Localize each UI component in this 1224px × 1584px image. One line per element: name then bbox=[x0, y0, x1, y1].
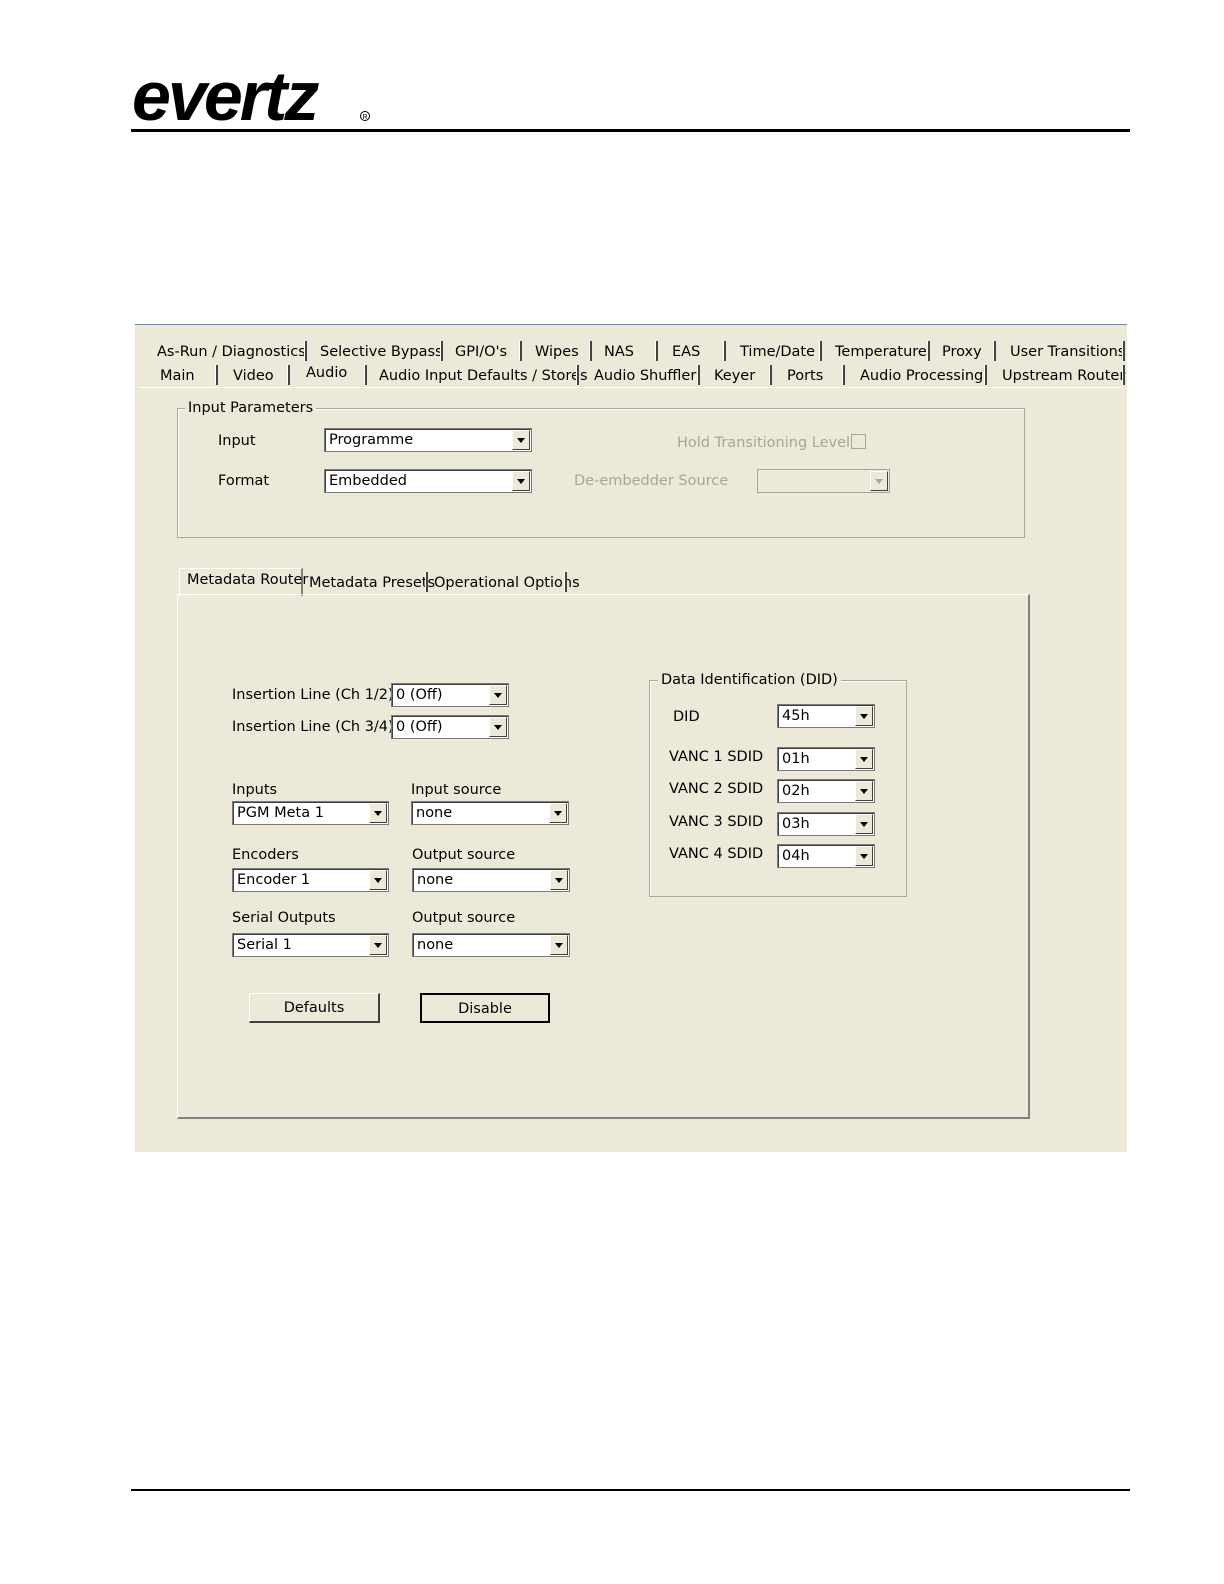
inputs-value: PGM Meta 1 bbox=[237, 805, 324, 821]
chevron-down-icon[interactable] bbox=[512, 471, 530, 491]
tab-as-run-diagnostics[interactable]: As-Run / Diagnostics bbox=[157, 343, 306, 361]
chevron-down-icon[interactable] bbox=[855, 749, 873, 769]
input-source-label: Input source bbox=[411, 782, 502, 798]
inputs-select[interactable]: PGM Meta 1 bbox=[232, 801, 389, 825]
encoder-output-source-select[interactable]: none bbox=[412, 868, 570, 892]
serial-output-source-select[interactable]: none bbox=[412, 933, 570, 957]
inputs-label: Inputs bbox=[232, 782, 278, 798]
insertion-line-ch12-label: Insertion Line (Ch 1/2) bbox=[232, 687, 394, 703]
tab-eas[interactable]: EAS bbox=[672, 343, 700, 361]
subtab-metadata-router[interactable]: Metadata Router bbox=[187, 571, 308, 589]
tab-audio[interactable]: Audio bbox=[306, 364, 347, 382]
format-label: Format bbox=[218, 473, 270, 489]
footer-rule bbox=[131, 1489, 1130, 1491]
serial-outputs-label: Serial Outputs bbox=[232, 910, 336, 926]
vanc3-sdid-label: VANC 3 SDID bbox=[669, 814, 764, 830]
tab-video[interactable]: Video bbox=[233, 367, 274, 385]
format-select-value: Embedded bbox=[329, 473, 407, 489]
did-value: 45h bbox=[782, 708, 810, 724]
subtab-metadata-presets[interactable]: Metadata Presets bbox=[309, 574, 435, 592]
tab-keyer[interactable]: Keyer bbox=[714, 367, 755, 385]
vanc1-sdid-label: VANC 1 SDID bbox=[669, 749, 764, 765]
header-rule bbox=[131, 129, 1130, 132]
subtab-operational-options[interactable]: Operational Options bbox=[434, 574, 580, 592]
defaults-button[interactable]: Defaults bbox=[249, 993, 380, 1023]
chevron-down-icon[interactable] bbox=[855, 706, 873, 726]
tab-time-date[interactable]: Time/Date bbox=[740, 343, 815, 361]
tab-nas[interactable]: NAS bbox=[604, 343, 634, 361]
vanc4-sdid-value: 04h bbox=[782, 848, 810, 864]
vanc2-sdid-value: 02h bbox=[782, 783, 810, 799]
tab-selective-bypass[interactable]: Selective Bypass bbox=[320, 343, 443, 361]
vanc1-sdid-value: 01h bbox=[782, 751, 810, 767]
tab-main[interactable]: Main bbox=[160, 367, 195, 385]
deembedder-source-label: De-embedder Source bbox=[574, 473, 729, 489]
vanc4-sdid-select[interactable]: 04h bbox=[777, 844, 875, 868]
chevron-down-icon[interactable] bbox=[489, 717, 507, 737]
chevron-down-icon[interactable] bbox=[855, 846, 873, 866]
input-source-select[interactable]: none bbox=[411, 801, 569, 825]
vanc2-sdid-label: VANC 2 SDID bbox=[669, 781, 764, 797]
chevron-down-icon[interactable] bbox=[870, 471, 888, 491]
input-label: Input bbox=[218, 433, 256, 449]
input-select-value: Programme bbox=[329, 432, 414, 448]
input-source-value: none bbox=[416, 805, 453, 821]
tab-user-transitions[interactable]: User Transitions bbox=[1010, 343, 1125, 361]
serial-output-source-value: none bbox=[417, 937, 454, 953]
data-identification-title: Data Identification (DID) bbox=[658, 672, 841, 688]
serial-outputs-select[interactable]: Serial 1 bbox=[232, 933, 389, 957]
chevron-down-icon[interactable] bbox=[549, 803, 567, 823]
tab-audio-processing[interactable]: Audio Processing bbox=[860, 367, 983, 385]
encoders-select[interactable]: Encoder 1 bbox=[232, 868, 389, 892]
format-select[interactable]: Embedded bbox=[324, 469, 532, 493]
chevron-down-icon[interactable] bbox=[512, 430, 530, 450]
chevron-down-icon[interactable] bbox=[369, 803, 387, 823]
tab-proxy[interactable]: Proxy bbox=[942, 343, 982, 361]
insertion-line-ch34-value: 0 (Off) bbox=[396, 719, 443, 735]
insertion-line-ch12-select[interactable]: 0 (Off) bbox=[391, 683, 509, 707]
encoder-output-source-label: Output source bbox=[412, 847, 516, 863]
vanc1-sdid-select[interactable]: 01h bbox=[777, 747, 875, 771]
tab-wipes[interactable]: Wipes bbox=[535, 343, 579, 361]
did-select[interactable]: 45h bbox=[777, 704, 875, 728]
evertz-logo: evertz R bbox=[132, 57, 392, 135]
encoder-output-source-value: none bbox=[417, 872, 454, 888]
vanc4-sdid-label: VANC 4 SDID bbox=[669, 846, 764, 862]
vanc3-sdid-value: 03h bbox=[782, 816, 810, 832]
hold-transitioning-level-label: Hold Transitioning Level bbox=[677, 435, 851, 451]
hold-transitioning-level-checkbox[interactable] bbox=[851, 434, 866, 449]
tab-temperature[interactable]: Temperature bbox=[835, 343, 927, 361]
chevron-down-icon[interactable] bbox=[489, 685, 507, 705]
serial-output-source-label: Output source bbox=[412, 910, 516, 926]
input-select[interactable]: Programme bbox=[324, 428, 532, 452]
tab-upstream-router[interactable]: Upstream Router bbox=[1002, 367, 1125, 385]
svg-text:R: R bbox=[363, 114, 368, 121]
tab-ports[interactable]: Ports bbox=[787, 367, 823, 385]
tab-audio-input-defaults-stores[interactable]: Audio Input Defaults / Stores bbox=[379, 367, 588, 385]
logo-text: evertz bbox=[132, 62, 319, 134]
insertion-line-ch34-select[interactable]: 0 (Off) bbox=[391, 715, 509, 739]
application-window: As-Run / Diagnostics Selective Bypass GP… bbox=[135, 324, 1127, 1152]
chevron-down-icon[interactable] bbox=[550, 870, 568, 890]
chevron-down-icon[interactable] bbox=[855, 781, 873, 801]
encoders-value: Encoder 1 bbox=[237, 872, 311, 888]
insertion-line-ch12-value: 0 (Off) bbox=[396, 687, 443, 703]
input-parameters-title: Input Parameters bbox=[185, 400, 317, 416]
tab-gpios[interactable]: GPI/O's bbox=[455, 343, 507, 361]
vanc2-sdid-select[interactable]: 02h bbox=[777, 779, 875, 803]
deembedder-source-select[interactable] bbox=[757, 469, 890, 493]
chevron-down-icon[interactable] bbox=[550, 935, 568, 955]
chevron-down-icon[interactable] bbox=[369, 870, 387, 890]
did-label: DID bbox=[673, 709, 700, 725]
vanc3-sdid-select[interactable]: 03h bbox=[777, 812, 875, 836]
chevron-down-icon[interactable] bbox=[369, 935, 387, 955]
disable-button[interactable]: Disable bbox=[420, 993, 550, 1023]
serial-outputs-value: Serial 1 bbox=[237, 937, 292, 953]
encoders-label: Encoders bbox=[232, 847, 299, 863]
tab-audio-shuffler[interactable]: Audio Shuffler bbox=[594, 367, 696, 385]
insertion-line-ch34-label: Insertion Line (Ch 3/4) bbox=[232, 719, 394, 735]
chevron-down-icon[interactable] bbox=[855, 814, 873, 834]
